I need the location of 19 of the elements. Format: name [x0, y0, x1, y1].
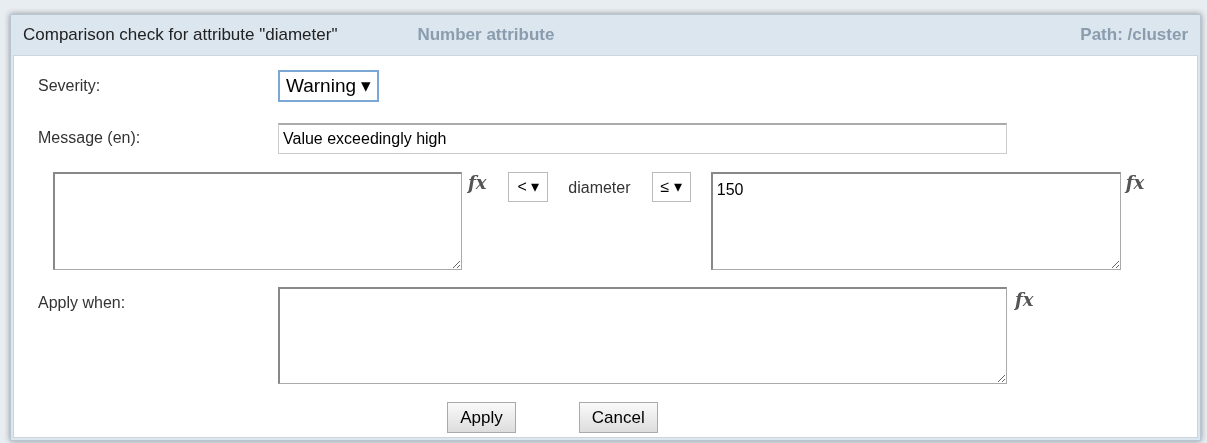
message-label: Message (en):: [38, 128, 142, 148]
condition-field[interactable]: [278, 287, 1007, 384]
function-icon[interactable]: fx: [1125, 172, 1145, 193]
backdrop-heading: Number attribute: [417, 24, 555, 47]
backdrop-path: Path: /cluster: [1080, 24, 1188, 47]
function-icon[interactable]: fx: [1015, 289, 1034, 310]
function-icon[interactable]: fx: [468, 172, 487, 193]
dialog-title: Comparison check for attribute "diameter": [23, 24, 338, 47]
apply-when-label: Apply when:: [38, 293, 127, 313]
severity-dropdown[interactable]: Warning ▾: [278, 70, 380, 102]
cancel-button[interactable]: Cancel: [578, 402, 658, 433]
apply-button[interactable]: Apply: [447, 402, 516, 433]
upper-expression-field[interactable]: 150: [710, 172, 1121, 270]
operator-dropdown[interactable]: ≤ ▾: [651, 172, 691, 202]
attribute-name: diameter: [568, 178, 631, 198]
message-field[interactable]: Value exceedingly high: [278, 122, 1007, 154]
severity-label: Severity:: [38, 76, 102, 96]
operator-dropdown[interactable]: < ▾: [508, 172, 549, 202]
lower-expression-field[interactable]: [53, 172, 462, 270]
